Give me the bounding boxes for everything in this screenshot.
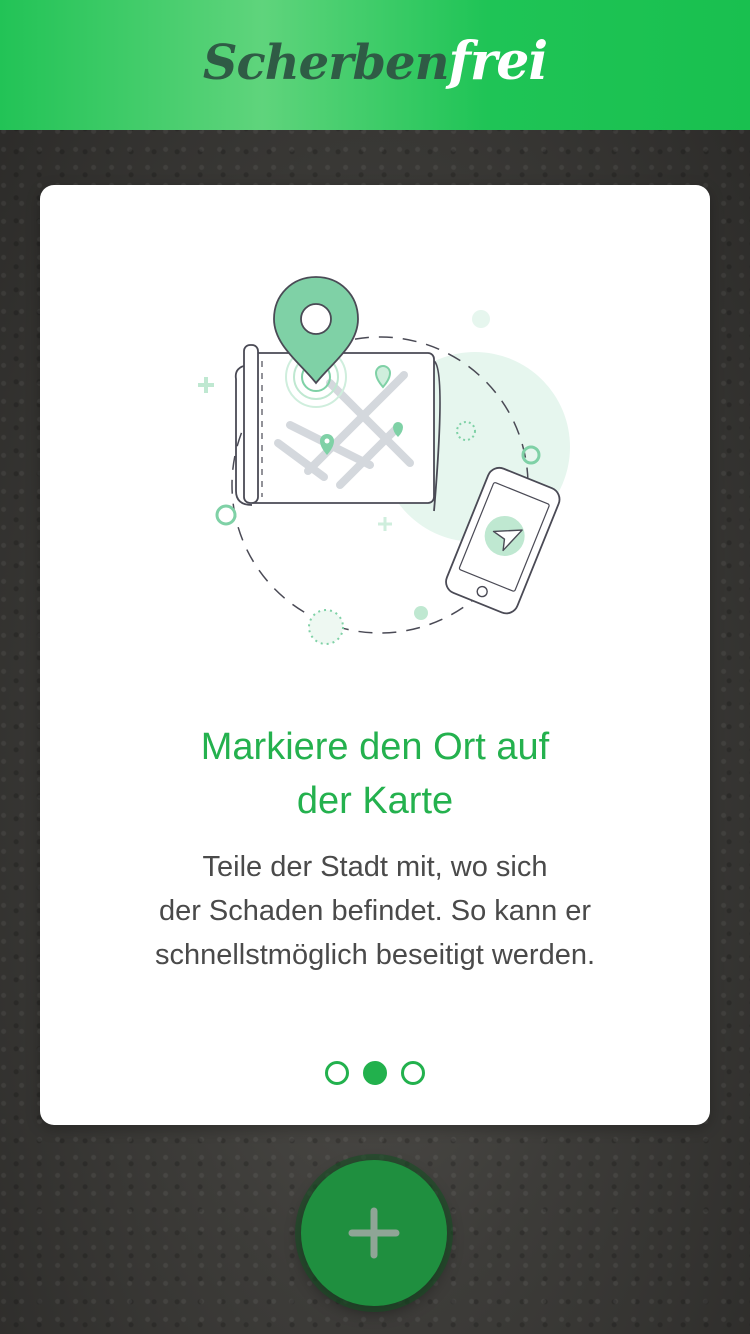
page-dot-2-active[interactable] bbox=[363, 1061, 387, 1085]
map-location-illustration bbox=[198, 276, 570, 645]
page-dot-3[interactable] bbox=[401, 1061, 425, 1085]
page-dot-1[interactable] bbox=[325, 1061, 349, 1085]
plus-icon bbox=[348, 1207, 400, 1259]
logo-text-frei: frei bbox=[448, 30, 549, 92]
onboarding-description: Teile der Stadt mit, wo sich der Schaden… bbox=[154, 851, 596, 971]
app-header: Scherben frei bbox=[0, 0, 750, 130]
onboarding-title: Markiere den Ort auf der Karte bbox=[200, 726, 550, 822]
page-indicator bbox=[40, 1061, 710, 1085]
logo-text-scherben: Scherben bbox=[202, 34, 450, 91]
onboarding-card[interactable]: Markiere den Ort auf der Karte Teile der… bbox=[40, 185, 710, 1125]
app-logo: Scherben frei bbox=[202, 30, 549, 92]
add-report-button[interactable] bbox=[301, 1160, 447, 1306]
